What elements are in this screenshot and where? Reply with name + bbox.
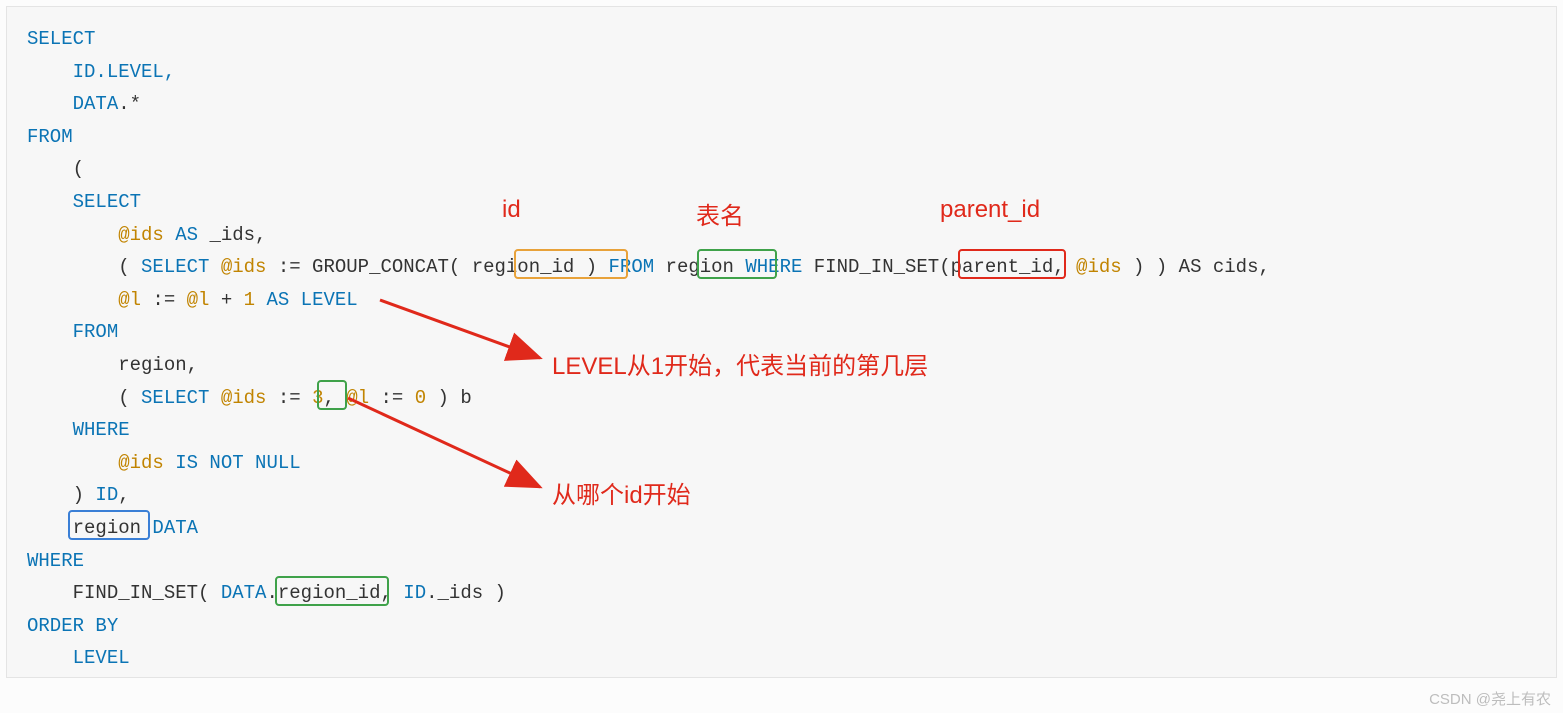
highlight-region-id-2 xyxy=(275,576,389,606)
identifier-data: DATA xyxy=(73,93,119,115)
alias-id: ID xyxy=(95,484,118,506)
annotation-start: 从哪个id开始 xyxy=(552,475,691,510)
keyword-select-4: SELECT xyxy=(130,387,221,409)
keyword-from: FROM xyxy=(27,126,73,148)
level-text: .LEVEL, xyxy=(95,61,175,83)
dot-star: .* xyxy=(118,93,141,115)
highlight-parent-id xyxy=(958,249,1066,279)
close-paren-2: ) xyxy=(73,484,96,506)
literal-0: 0 xyxy=(415,387,426,409)
alias-ids: _ids xyxy=(209,224,255,246)
var-l-2: @l xyxy=(187,289,210,311)
highlight-literal-3 xyxy=(317,380,347,410)
annotation-id: id xyxy=(502,196,521,224)
assign-3: := xyxy=(369,387,415,409)
ids-tail: ._ids ) xyxy=(426,582,506,604)
is-not-null: IS NOT NULL xyxy=(164,452,301,474)
highlight-region-id xyxy=(514,249,628,279)
keyword-where-3: WHERE xyxy=(27,550,84,572)
paren-open: ( xyxy=(73,158,84,180)
annotation-level: LEVEL从1开始，代表当前的第几层 xyxy=(552,346,928,381)
id-ref: ID xyxy=(403,582,426,604)
comma-5: , xyxy=(118,484,129,506)
sql-code-block: SELECT ID.LEVEL, DATA.* FROM ( SELECT @i… xyxy=(6,6,1557,678)
keyword-from-3: FROM xyxy=(73,321,119,343)
var-l-3: @l xyxy=(346,387,369,409)
annotation-parentid: parent_id xyxy=(940,196,1040,224)
var-ids-5: @ids xyxy=(118,452,164,474)
var-ids-3: @ids xyxy=(1076,256,1122,278)
level-col: LEVEL xyxy=(73,647,130,669)
group-concat: := GROUP_CONCAT( xyxy=(266,256,471,278)
keyword-select-2: SELECT xyxy=(73,191,141,213)
tail-cids: ) ) AS cids, xyxy=(1122,256,1270,278)
find-in-set: FIND_IN_SET( xyxy=(802,256,950,278)
annotation-tablename: 表名 xyxy=(696,196,744,231)
plus: + xyxy=(209,289,243,311)
data-ref: DATA xyxy=(221,582,267,604)
var-ids-4: @ids xyxy=(221,387,267,409)
keyword-where-2: WHERE xyxy=(73,419,130,441)
highlight-region-data xyxy=(68,510,150,540)
var-l: @l xyxy=(118,289,141,311)
assign-2: := xyxy=(266,387,300,409)
find-in-set-2: FIND_IN_SET( xyxy=(73,582,221,604)
keyword-orderby: ORDER BY xyxy=(27,615,118,637)
paren: ( xyxy=(118,256,129,278)
keyword-select-3: SELECT xyxy=(130,256,221,278)
var-ids: @ids xyxy=(118,224,164,246)
keyword-as: AS xyxy=(164,224,210,246)
literal-1: 1 xyxy=(244,289,255,311)
paren-2: ( xyxy=(118,387,129,409)
as-level: AS LEVEL xyxy=(255,289,358,311)
highlight-region-table xyxy=(697,249,777,279)
comma: , xyxy=(255,224,266,246)
watermark: CSDN @尧上有农 xyxy=(1429,688,1551,709)
assign: := xyxy=(141,289,187,311)
comma-3: , xyxy=(187,354,198,376)
identifier-id: ID xyxy=(73,61,96,83)
keyword-select: SELECT xyxy=(27,28,95,50)
var-ids-2: @ids xyxy=(221,256,267,278)
alias-b: ) b xyxy=(426,387,472,409)
table-region-2: region xyxy=(118,354,186,376)
